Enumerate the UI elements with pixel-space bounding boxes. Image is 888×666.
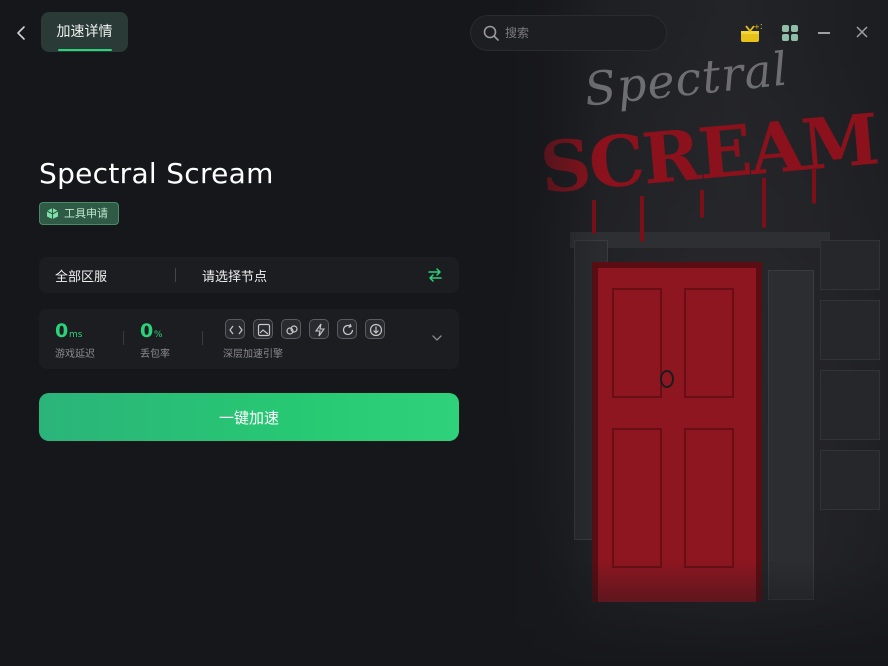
art-fade-bottom: [480, 560, 888, 666]
gift-icon[interactable]: +1: [738, 22, 764, 44]
game-title: Spectral Scream: [39, 157, 274, 190]
art-blood-drip: [812, 168, 816, 204]
latency-label: 游戏延迟: [55, 349, 95, 360]
tab-active-indicator: [58, 49, 112, 51]
latency-unit: ms: [69, 330, 83, 340]
server-region-dropdown[interactable]: 全部区服: [55, 266, 107, 285]
engine-refresh-icon: [337, 319, 357, 339]
art-door-knob: [660, 370, 674, 388]
art-blood-drip: [640, 196, 644, 242]
tab-accelerate-details[interactable]: 加速详情: [41, 12, 128, 52]
engine-image-icon: [253, 319, 273, 339]
tool-icon: [46, 208, 59, 219]
divider: [175, 268, 176, 282]
art-wall-right: [768, 270, 814, 600]
divider: [123, 331, 124, 345]
apps-icon[interactable]: [782, 25, 798, 41]
stats-panel: 0 ms 游戏延迟 0 % 丢包率 深层加速引擎: [39, 309, 459, 369]
art-door-panel: [612, 428, 662, 568]
art-wall-top: [570, 232, 830, 248]
art-door-panel: [612, 288, 662, 398]
minimize-icon[interactable]: [818, 32, 830, 34]
tool-apply-badge[interactable]: 工具申请: [39, 202, 119, 225]
art-brick: [820, 370, 880, 440]
engine-link-icon: [281, 319, 301, 339]
packet-loss-value: 0: [140, 320, 154, 342]
badge-label: 工具申请: [64, 207, 108, 220]
node-select-dropdown[interactable]: 请选择节点: [202, 266, 267, 285]
art-blood-drip: [700, 190, 704, 218]
search-box[interactable]: [470, 15, 667, 51]
latency-value: 0: [55, 320, 69, 342]
chevron-down-icon[interactable]: [431, 333, 443, 343]
art-title-line1: Spectral: [581, 41, 791, 117]
close-icon[interactable]: [854, 24, 870, 40]
svg-text:+1: +1: [754, 23, 762, 31]
back-icon: [17, 26, 25, 40]
search-input[interactable]: [505, 16, 655, 50]
art-brick: [820, 300, 880, 360]
engine-bolt-icon: [309, 319, 329, 339]
back-button[interactable]: [12, 22, 32, 44]
art-brick: [820, 240, 880, 290]
engine-label: 深层加速引擎: [223, 349, 283, 360]
divider: [202, 331, 203, 345]
art-door: [598, 268, 756, 602]
engine-code-icon: [225, 319, 245, 339]
accelerate-button[interactable]: 一键加速: [39, 393, 459, 441]
art-brick: [820, 450, 880, 510]
swap-icon[interactable]: [427, 267, 443, 283]
search-icon: [483, 25, 499, 41]
art-door-panel: [684, 428, 734, 568]
art-door-panel: [684, 288, 734, 398]
art-blood-drip: [762, 178, 766, 228]
engine-download-icon: [365, 319, 385, 339]
region-node-selector: 全部区服 请选择节点: [39, 257, 459, 293]
packet-loss-label: 丢包率: [140, 349, 170, 360]
packet-loss-unit: %: [154, 330, 163, 340]
